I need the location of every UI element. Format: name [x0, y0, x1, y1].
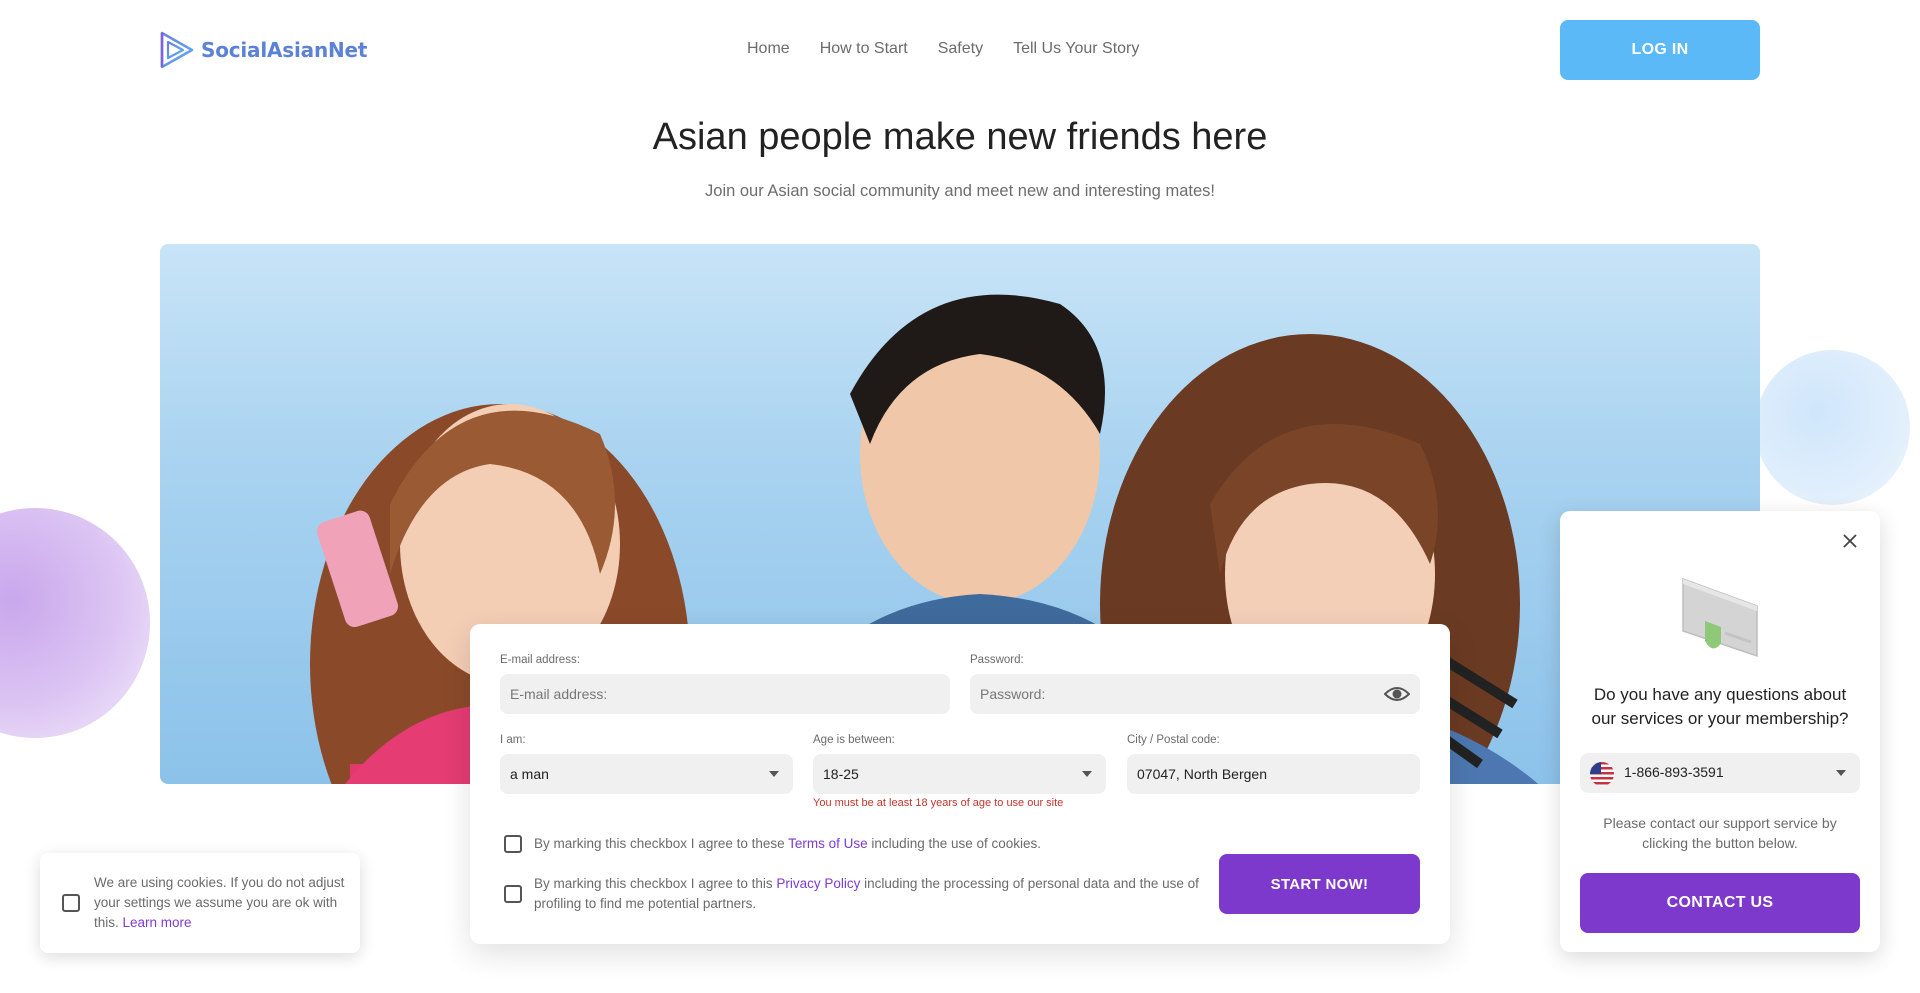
email-field[interactable]: E-mail address: [500, 674, 950, 714]
close-icon[interactable] [1842, 533, 1858, 549]
city-label: City / Postal code: [1127, 734, 1220, 746]
terms-text: By marking this checkbox I agree to thes… [534, 834, 1194, 854]
terms-text-pre: By marking this checkbox I agree to thes… [534, 836, 789, 851]
decorative-circle-right [1755, 350, 1910, 505]
city-value: 07047, North Bergen [1137, 766, 1267, 782]
gender-value: a man [510, 766, 549, 782]
age-error: You must be at least 18 years of age to … [813, 797, 1064, 809]
phone-select[interactable]: 1-866-893-3591 [1580, 753, 1860, 793]
cookie-learn-more-link[interactable]: Learn more [123, 915, 192, 930]
site-header: SocialAsianNet Home How to Start Safety … [0, 0, 1920, 100]
gender-select[interactable]: a man [500, 754, 793, 794]
caret-down-icon [1082, 771, 1092, 777]
age-value: 18-25 [823, 766, 859, 782]
login-button[interactable]: LOG IN [1560, 20, 1760, 80]
email-placeholder: E-mail address: [510, 686, 608, 702]
cookie-notice: We are using cookies. If you do not adju… [40, 853, 360, 953]
support-widget: Do you have any questions about our serv… [1560, 511, 1880, 952]
decorative-circle-left [0, 508, 150, 738]
privacy-text-pre: By marking this checkbox I agree to this [534, 876, 777, 891]
password-field[interactable]: Password: [970, 674, 1420, 714]
logo-text: SocialAsianNet [201, 38, 368, 62]
privacy-link[interactable]: Privacy Policy [776, 876, 860, 891]
password-placeholder: Password: [980, 686, 1046, 702]
terms-text-post: including the use of cookies. [867, 836, 1042, 851]
terms-link[interactable]: Terms of Use [788, 836, 868, 851]
nav-safety[interactable]: Safety [938, 40, 983, 58]
contact-us-button[interactable]: CONTACT US [1580, 873, 1860, 933]
gender-label: I am: [500, 734, 526, 746]
email-label: E-mail address: [500, 654, 580, 666]
password-label: Password: [970, 654, 1024, 666]
privacy-text: By marking this checkbox I agree to this… [534, 874, 1204, 914]
cookie-text: We are using cookies. If you do not adju… [94, 873, 349, 933]
nav-tell-your-story[interactable]: Tell Us Your Story [1013, 40, 1139, 58]
privacy-checkbox[interactable] [504, 885, 522, 903]
phone-card-icon [1682, 577, 1758, 658]
start-now-button[interactable]: START NOW! [1219, 854, 1420, 914]
eye-icon[interactable] [1384, 683, 1410, 705]
nav-home[interactable]: Home [747, 40, 790, 58]
support-note: Please contact our support service by cl… [1603, 815, 1837, 851]
terms-checkbox[interactable] [504, 835, 522, 853]
caret-down-icon [769, 771, 779, 777]
cookie-checkbox[interactable] [62, 894, 80, 912]
nav-how-to-start[interactable]: How to Start [820, 40, 908, 58]
age-label: Age is between: [813, 734, 895, 746]
hero-subtitle: Join our Asian social community and meet… [705, 182, 1215, 200]
caret-down-icon [1836, 770, 1846, 776]
logo-play-icon [160, 31, 194, 69]
site-logo[interactable]: SocialAsianNet [159, 30, 367, 70]
main-nav: Home How to Start Safety Tell Us Your St… [747, 40, 1139, 58]
age-select[interactable]: 18-25 [813, 754, 1106, 794]
registration-form: E-mail address: E-mail address: Password… [470, 624, 1450, 944]
phone-number: 1-866-893-3591 [1624, 764, 1724, 780]
support-question: Do you have any questions about our serv… [1591, 685, 1849, 728]
us-flag-icon [1590, 762, 1614, 786]
city-field[interactable]: 07047, North Bergen [1127, 754, 1420, 794]
hero-title: Asian people make new friends here [652, 116, 1268, 158]
